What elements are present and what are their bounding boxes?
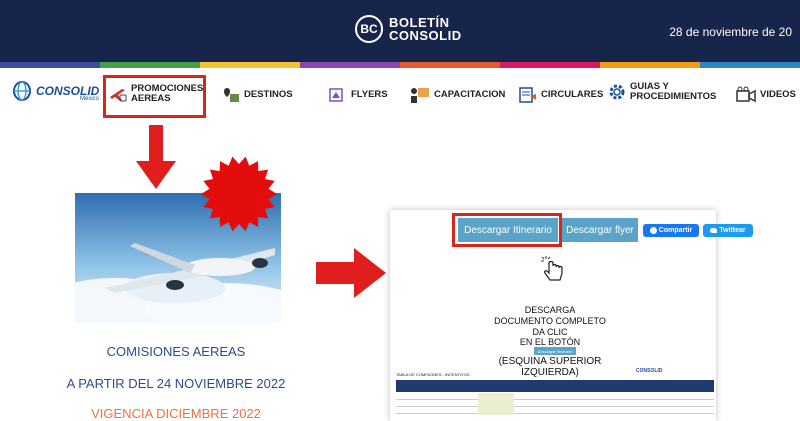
twitter-share-button[interactable]: Twittear <box>703 224 753 237</box>
color-strip-segment <box>700 62 800 68</box>
instruction-line-2: DOCUMENTO COMPLETO <box>494 316 606 326</box>
table-header <box>396 380 714 392</box>
promo-caption-title: COMISIONES AEREAS <box>106 344 246 359</box>
commission-table <box>396 380 714 418</box>
bulletin-logo[interactable]: BC BOLETÍN CONSOLID <box>355 15 462 43</box>
table-row <box>396 407 714 414</box>
color-strip-segment <box>500 62 600 68</box>
corner-note: (ESQUINA SUPERIOR IZQUIERDA) <box>498 356 602 378</box>
nav-item-destinos[interactable]: DESTINOS <box>221 86 293 104</box>
table-highlight-cells <box>478 393 514 415</box>
nav-item-circulares[interactable]: CIRCULARES <box>518 86 603 104</box>
nav-item-guias-procedimientos[interactable]: GUIAS Y PROCEDIMIENTOS <box>607 82 716 102</box>
table-row <box>396 400 714 407</box>
nav-item-videos[interactable]: VIDEOS <box>735 86 796 104</box>
color-strip-segment <box>300 62 400 68</box>
facebook-share-button[interactable]: Compartir <box>643 224 699 237</box>
gear-icon <box>609 84 625 100</box>
starburst-icon <box>201 156 277 232</box>
instruction-line-1: DESCARGA <box>524 305 576 315</box>
consolid-nav-logo[interactable]: CONSOLID México <box>12 80 99 102</box>
color-strip-segment <box>200 62 300 68</box>
color-strip-segment <box>100 62 200 68</box>
nav-item-capacitacion[interactable]: CAPACITACION <box>409 86 505 104</box>
mini-download-button[interactable]: Descargar Itinerario <box>534 347 576 355</box>
table-row <box>396 393 714 400</box>
commission-table-title: TABLA DE COMISIONES - INCENTIVOS <box>396 372 470 377</box>
instruction-line-3: DA CLIC <box>532 327 568 337</box>
video-camera-icon <box>736 86 756 103</box>
nav-brand-sub: México <box>80 96 100 102</box>
consolid-globe-icon <box>13 81 31 101</box>
instruction-line-4: EN EL BOTÓN <box>519 337 581 347</box>
promo-caption-validity: VIGENCIA DICIEMBRE 2022 <box>91 406 261 421</box>
download-flyer-button[interactable]: Descargar flyer <box>562 218 638 242</box>
bulletin-title-line2: CONSOLID <box>389 28 462 43</box>
document-icon <box>519 87 536 103</box>
nav-item-flyers[interactable]: FLYERS <box>328 86 388 104</box>
color-strip-segment <box>0 62 100 68</box>
twitter-bird-icon <box>710 228 718 233</box>
color-strip-segment <box>600 62 700 68</box>
map-pin-icon <box>224 88 239 102</box>
promociones-highlight-box <box>103 75 206 118</box>
facebook-icon <box>649 227 657 234</box>
presentation-icon <box>411 88 429 103</box>
header-bar: BC BOLETÍN CONSOLID 28 de noviembre de 2… <box>0 0 800 62</box>
header-date: 28 de noviembre de 20 <box>669 25 792 39</box>
hand-pointer-icon <box>541 256 563 281</box>
commission-table-logo: CONSOLID <box>636 368 663 374</box>
red-arrow-down-icon <box>136 125 176 189</box>
itinerary-highlight-box <box>452 213 562 247</box>
promo-caption-from: A PARTIR DEL 24 NOVIEMBRE 2022 <box>66 376 286 391</box>
red-arrow-right-icon <box>316 248 386 298</box>
flyer-icon <box>329 88 343 102</box>
bc-logo-icon: BC <box>355 15 383 43</box>
color-strip-segment <box>400 62 500 68</box>
header-color-strip <box>0 62 800 68</box>
